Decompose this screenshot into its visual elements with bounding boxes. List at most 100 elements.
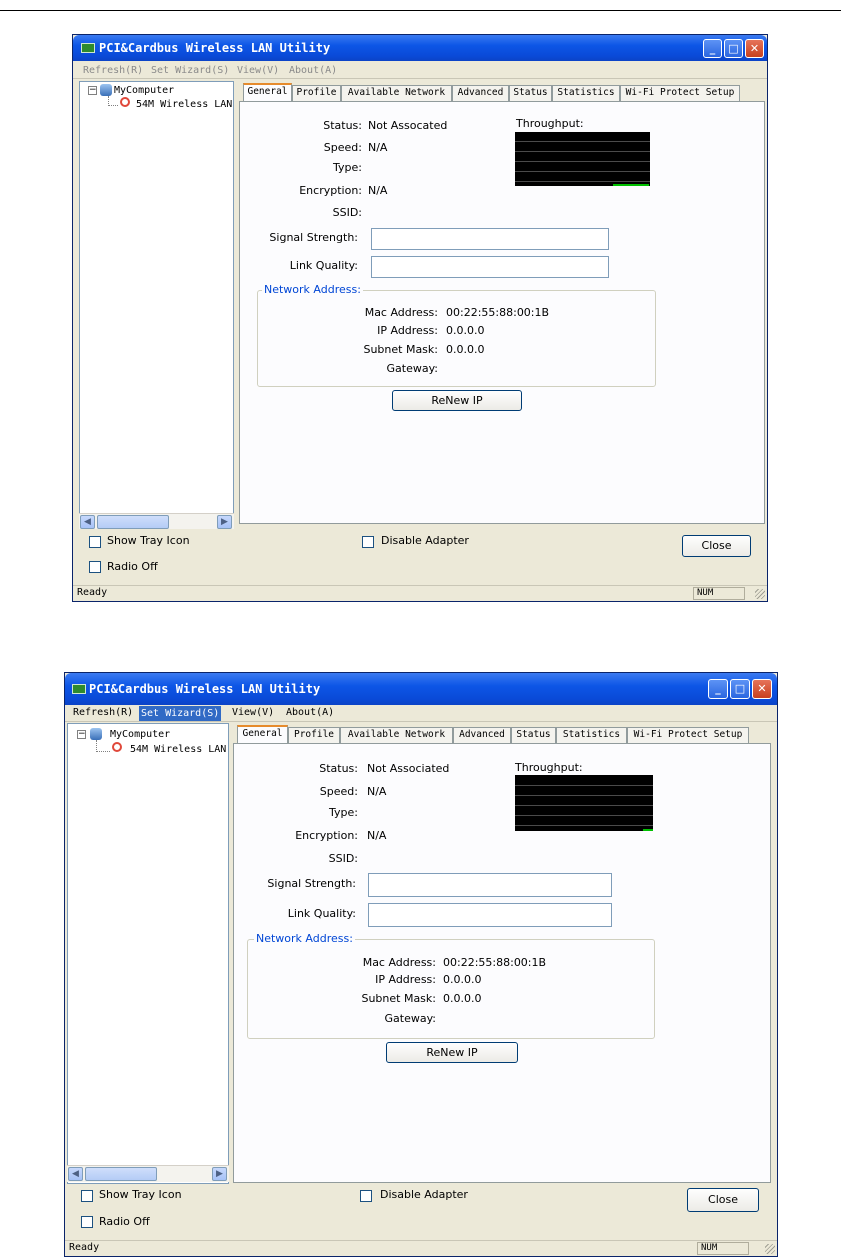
ssid-label: SSID:	[328, 852, 358, 865]
tree-scrollbar[interactable]: ◀ ▶	[79, 513, 234, 529]
encryption-value: N/A	[368, 184, 388, 197]
type-label: Type:	[333, 161, 362, 174]
status-text: Ready	[69, 1242, 100, 1253]
maximize-button[interactable]: □	[724, 39, 743, 58]
title-bar[interactable]: PCI&Cardbus Wireless LAN Utility _ □ ✕	[65, 673, 777, 705]
throughput-graph	[515, 775, 653, 831]
close-window-button[interactable]: ✕	[752, 679, 772, 699]
tab-wifi-protect-setup[interactable]: Wi-Fi Protect Setup	[620, 85, 740, 101]
tab-status[interactable]: Status	[509, 85, 552, 101]
menu-bar: Refresh(R) Set Wizard(S) View(V) About(A…	[73, 63, 767, 79]
tree-scrollbar[interactable]: ◀ ▶	[67, 1165, 229, 1182]
arrow-left-icon[interactable]: ◀	[68, 1167, 83, 1181]
arrow-right-icon[interactable]: ▶	[212, 1167, 227, 1181]
tree-expander[interactable]: −	[88, 86, 97, 95]
menu-view[interactable]: View(V)	[235, 65, 281, 76]
tree-connector	[108, 96, 118, 106]
speed-value: N/A	[368, 141, 388, 154]
tab-status[interactable]: Status	[511, 727, 556, 743]
graph-gridline	[515, 795, 653, 796]
subnet-mask-label: Subnet Mask:	[361, 992, 436, 1005]
menu-set-wizard[interactable]: Set Wizard(S)	[139, 706, 222, 721]
throughput-graph	[515, 132, 650, 186]
speed-label: Speed:	[319, 785, 358, 798]
radio-off-checkbox[interactable]	[89, 561, 101, 573]
mac-address-label: Mac Address:	[362, 956, 436, 969]
general-panel: Status: Not Assocated Speed: N/A Type: E…	[239, 101, 765, 524]
ip-address-label: IP Address:	[377, 324, 438, 337]
subnet-mask-label: Subnet Mask:	[363, 343, 438, 356]
tree-item-mycomputer[interactable]: MyComputer	[110, 729, 170, 740]
disable-adapter-label: Disable Adapter	[380, 1188, 468, 1201]
speed-label: Speed:	[323, 141, 362, 154]
device-tree[interactable]: − MyComputer 54M Wireless LAN	[79, 81, 234, 527]
tab-statistics[interactable]: Statistics	[552, 85, 620, 101]
wireless-adapter-icon	[120, 97, 130, 107]
throughput-trace	[613, 184, 649, 186]
utility-window-1: PCI&Cardbus Wireless LAN Utility _ □ ✕ R…	[72, 34, 768, 602]
device-tree[interactable]: − MyComputer 54M Wireless LAN	[67, 723, 229, 1184]
resize-grip-icon[interactable]	[765, 1244, 775, 1254]
disable-adapter-checkbox[interactable]	[362, 536, 374, 548]
close-button[interactable]: Close	[687, 1188, 759, 1212]
status-bar: Ready NUM	[65, 1240, 777, 1256]
tab-wifi-protect-setup[interactable]: Wi-Fi Protect Setup	[627, 727, 749, 743]
wireless-card-icon	[72, 684, 86, 694]
tree-item-mycomputer[interactable]: MyComputer	[114, 85, 174, 96]
renew-ip-button[interactable]: ReNew IP	[392, 390, 522, 411]
disable-adapter-checkbox[interactable]	[360, 1190, 372, 1202]
maximize-icon: □	[728, 42, 739, 55]
page-top-rule	[0, 10, 841, 11]
show-tray-icon-checkbox[interactable]	[89, 536, 101, 548]
renew-ip-button[interactable]: ReNew IP	[386, 1042, 518, 1063]
type-label: Type:	[329, 806, 358, 819]
graph-gridline	[515, 805, 653, 806]
graph-gridline	[515, 171, 650, 172]
radio-off-checkbox[interactable]	[81, 1216, 93, 1228]
signal-strength-bar	[371, 228, 609, 250]
arrow-right-icon[interactable]: ▶	[217, 515, 232, 529]
tab-advanced[interactable]: Advanced	[453, 727, 511, 743]
tab-general[interactable]: General	[237, 725, 288, 743]
menu-about[interactable]: About(A)	[284, 707, 336, 718]
ip-address-value: 0.0.0.0	[446, 324, 485, 337]
tab-profile[interactable]: Profile	[292, 85, 341, 101]
window-title: PCI&Cardbus Wireless LAN Utility	[89, 682, 321, 696]
tree-expander[interactable]: −	[77, 730, 86, 739]
menu-refresh[interactable]: Refresh(R)	[81, 65, 145, 76]
status-label: Status:	[323, 119, 362, 132]
tree-item-adapter[interactable]: 54M Wireless LAN	[130, 744, 226, 755]
throughput-label: Throughput:	[515, 761, 583, 774]
close-button[interactable]: Close	[682, 535, 751, 557]
close-icon: ✕	[749, 42, 760, 55]
resize-grip-icon[interactable]	[755, 589, 765, 599]
signal-strength-label: Signal Strength:	[267, 877, 356, 890]
tree-item-adapter[interactable]: 54M Wireless LAN	[136, 99, 232, 110]
scroll-thumb[interactable]	[97, 515, 169, 529]
tab-available-network[interactable]: Available Network	[341, 85, 452, 101]
minimize-button[interactable]: _	[703, 39, 722, 58]
scroll-thumb[interactable]	[85, 1167, 157, 1181]
menu-set-wizard[interactable]: Set Wizard(S)	[149, 65, 231, 76]
tab-profile[interactable]: Profile	[288, 727, 340, 743]
num-lock-indicator: NUM	[693, 587, 745, 600]
menu-refresh[interactable]: Refresh(R)	[71, 707, 135, 718]
graph-gridline	[515, 825, 653, 826]
signal-strength-bar	[368, 873, 612, 897]
title-bar[interactable]: PCI&Cardbus Wireless LAN Utility _ □ ✕	[73, 35, 767, 61]
show-tray-icon-checkbox[interactable]	[81, 1190, 93, 1202]
minimize-button[interactable]: _	[708, 679, 728, 699]
tab-advanced[interactable]: Advanced	[452, 85, 509, 101]
speed-value: N/A	[367, 785, 387, 798]
menu-about[interactable]: About(A)	[287, 65, 339, 76]
tab-general[interactable]: General	[243, 83, 292, 101]
maximize-button[interactable]: □	[730, 679, 750, 699]
link-quality-label: Link Quality:	[289, 259, 358, 272]
tab-available-network[interactable]: Available Network	[340, 727, 453, 743]
tab-statistics[interactable]: Statistics	[556, 727, 627, 743]
close-window-button[interactable]: ✕	[745, 39, 764, 58]
radio-off-label: Radio Off	[107, 560, 158, 573]
arrow-left-icon[interactable]: ◀	[80, 515, 95, 529]
menu-view[interactable]: View(V)	[230, 707, 276, 718]
status-value: Not Associated	[367, 762, 450, 775]
